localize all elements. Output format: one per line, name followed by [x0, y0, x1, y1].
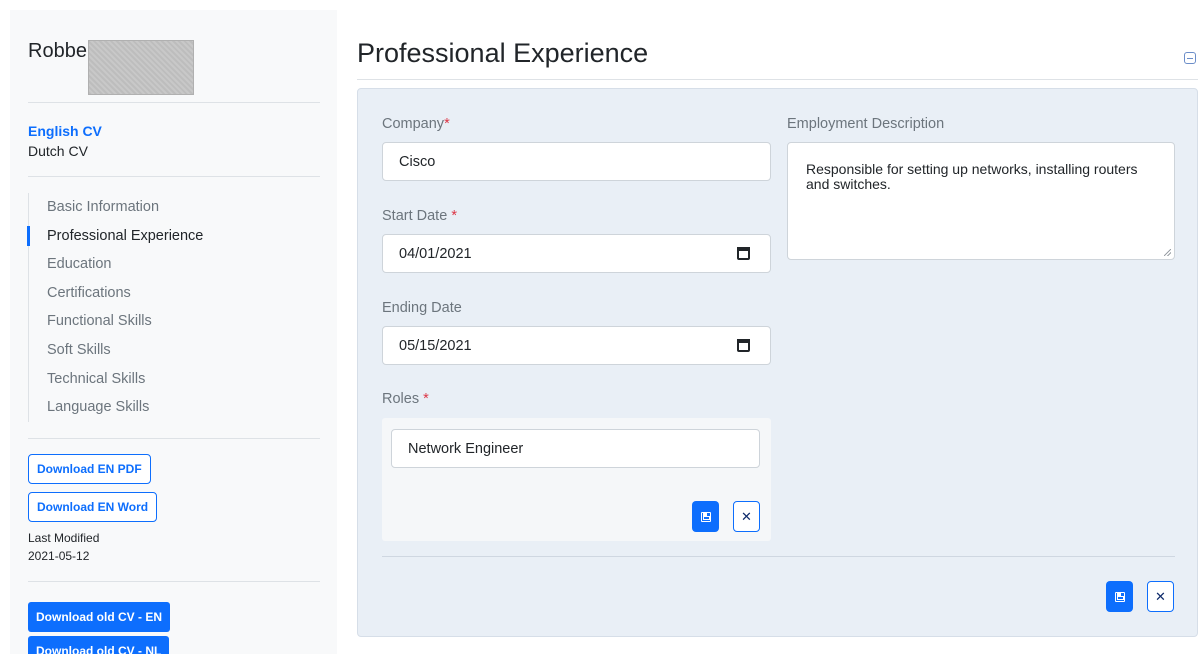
download-en-word-button[interactable]: Download EN Word [28, 491, 158, 522]
description-value: Responsible for setting up networks, ins… [806, 161, 1138, 192]
form-divider [382, 556, 1175, 557]
start-date-value: 04/01/2021 [399, 245, 472, 262]
x-icon: ✕ [741, 509, 752, 524]
description-textarea[interactable]: Responsible for setting up networks, ins… [787, 142, 1175, 260]
company-label-text: Company [382, 116, 445, 132]
required-mark: * [423, 391, 429, 407]
nav-technical-skills[interactable]: Technical Skills [29, 365, 320, 394]
redacted-surname [88, 40, 194, 95]
section-nav: Basic Information Professional Experienc… [27, 193, 320, 422]
nav-certifications[interactable]: Certifications [29, 279, 320, 308]
calendar-icon[interactable] [737, 247, 750, 260]
download-old-cv-nl-button[interactable]: Download old CV - NL [28, 635, 170, 654]
role-input[interactable]: Network Engineer [391, 429, 760, 468]
ending-date-value: 05/15/2021 [399, 337, 472, 354]
start-date-input[interactable]: 04/01/2021 [382, 234, 771, 273]
cancel-role-button[interactable]: ✕ [733, 501, 760, 532]
roles-label-text: Roles [382, 391, 424, 407]
roles-editor: Network Engineer ✕ [382, 418, 771, 541]
last-modified-label: Last Modified [28, 530, 100, 545]
nav-professional-experience[interactable]: Professional Experience [27, 222, 320, 251]
company-input[interactable]: Cisco [382, 142, 771, 181]
sidebar-divider [28, 176, 320, 177]
calendar-icon[interactable] [737, 339, 750, 352]
download-group: Download EN PDF Download EN Word Last Mo… [28, 439, 320, 566]
start-date-label: Start Date * [382, 208, 457, 224]
resize-handle-icon[interactable] [1164, 249, 1171, 256]
cv-language-list: English CV Dutch CV [28, 103, 320, 176]
nav-basic-information[interactable]: Basic Information [29, 193, 320, 222]
cancel-experience-button[interactable]: ✕ [1147, 581, 1174, 612]
roles-label: Roles * [382, 391, 429, 407]
start-date-label-text: Start Date [382, 208, 452, 224]
old-cv-group: Download old CV - EN Download old CV - N… [28, 582, 320, 654]
nav-language-skills[interactable]: Language Skills [29, 393, 320, 422]
ending-date-input[interactable]: 05/15/2021 [382, 326, 771, 365]
floppy-disk-icon [1114, 591, 1125, 602]
save-role-button[interactable] [692, 501, 719, 532]
nav-functional-skills[interactable]: Functional Skills [29, 307, 320, 336]
sidebar: Robbe English CV Dutch CV Basic Informat… [10, 10, 337, 654]
dutch-cv-link[interactable]: Dutch CV [28, 141, 320, 161]
download-old-cv-en-button[interactable]: Download old CV - EN [28, 601, 170, 632]
required-mark: * [444, 116, 450, 132]
company-label: Company* [382, 116, 450, 132]
required-mark: * [451, 208, 457, 224]
experience-form-panel: Company* Cisco Start Date * 04/01/2021 E… [357, 88, 1198, 637]
description-label: Employment Description [787, 116, 945, 132]
x-icon: ✕ [1155, 589, 1166, 604]
download-en-pdf-button[interactable]: Download EN PDF [28, 453, 151, 484]
nav-soft-skills[interactable]: Soft Skills [29, 336, 320, 365]
page-title: Professional Experience [357, 38, 649, 68]
company-value: Cisco [399, 153, 436, 170]
ending-date-label: Ending Date [382, 300, 462, 316]
last-modified-date: 2021-05-12 [28, 548, 90, 563]
role-value: Network Engineer [408, 440, 524, 457]
minus-square-icon[interactable] [1184, 52, 1196, 64]
user-first-name: Robbe [28, 40, 87, 62]
title-divider [357, 79, 1198, 80]
save-experience-button[interactable] [1106, 581, 1133, 612]
nav-education[interactable]: Education [29, 250, 320, 279]
user-name-block: Robbe [28, 10, 320, 102]
floppy-disk-icon [700, 511, 711, 522]
english-cv-link[interactable]: English CV [28, 121, 320, 141]
